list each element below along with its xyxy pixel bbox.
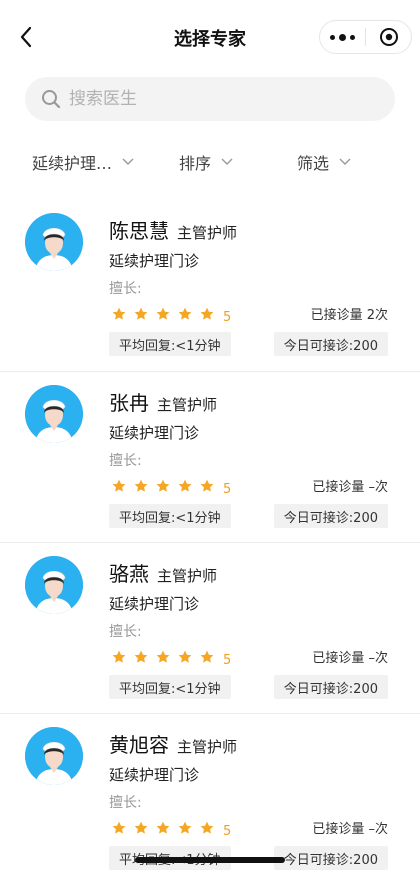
doctor-name: 陈思慧 [109,219,169,243]
home-indicator [135,857,285,863]
doctor-name: 骆燕 [109,562,149,586]
rating-score: 5 [223,652,232,668]
today-available-badge: 今日可接诊:200 [273,846,388,870]
star-icon [199,649,215,665]
nav-bar: 选择专家 [0,0,420,76]
consult-count: 已接诊量 –次 [312,480,388,495]
star-icon [133,306,149,322]
rating-stars: 5 [111,306,232,325]
rating-stars: 5 [111,478,232,497]
doctor-name-row: 张冉 主管护师 [109,387,217,416]
today-available-badge: 今日可接诊:200 [273,675,388,699]
chevron-down-icon [339,158,351,165]
avg-reply-badge: 平均回复:<1分钟 [109,332,231,356]
chevron-down-icon [122,158,134,165]
star-icon [155,649,171,665]
doctor-specialty: 擅长: [109,624,142,640]
consult-count: 已接诊量 –次 [312,822,388,837]
doctor-name-row: 黄旭容 主管护师 [109,729,237,758]
ellipsis-icon-center [339,33,346,41]
doctor-card[interactable]: 张冉 主管护师延续护理门诊 擅长: 5 已接诊量 –次平均回复:<1分钟 今日可接诊:20… [0,371,420,542]
star-icon [199,820,215,836]
doctor-title: 主管护师 [177,738,238,756]
consult-count: 已接诊量 –次 [312,651,388,666]
sort-filter[interactable]: 排序 [179,150,233,174]
doctor-list: 陈思慧 主管护师 延续护理门诊 擅长: 5 已接诊量 2次 平均回复:<1分钟 今日可接诊:2… [0,200,420,872]
avatar [25,727,83,785]
star-icon [133,820,149,836]
close-program-button[interactable] [366,20,411,54]
chevron-down-icon [221,158,233,165]
category-filter[interactable]: 延续护理… [32,150,134,174]
star-icon [133,649,149,665]
star-icon [111,478,127,494]
doctor-name-row: 骆燕 主管护师 [109,558,217,587]
category-filter-label: 延续护理… [32,154,113,173]
doctor-name-row: 陈思慧 主管护师 [109,215,237,244]
avatar [25,385,83,443]
doctor-specialty: 擅长: [109,795,142,811]
search-input[interactable] [69,89,359,109]
sort-filter-label: 排序 [179,154,212,173]
target-icon [379,28,398,46]
today-available-badge: 今日可接诊:200 [273,332,388,356]
star-icon [111,306,127,322]
doctor-title: 主管护师 [157,567,218,585]
star-icon [155,820,171,836]
rating-stars: 5 [111,820,232,839]
doctor-department: 延续护理门诊 [109,595,200,613]
star-icon [155,478,171,494]
star-icon [111,649,127,665]
rating-score: 5 [223,309,232,325]
doctor-department: 延续护理门诊 [109,424,200,442]
rating-score: 5 [223,481,232,497]
rating-score: 5 [223,823,232,839]
filter-row: 延续护理… 排序 筛选 [0,140,420,182]
avg-reply-badge: 平均回复:<1分钟 [109,504,231,528]
more-button[interactable] [320,20,365,54]
ellipsis-icon [330,34,335,40]
avatar [25,213,83,271]
doctor-department: 延续护理门诊 [109,252,200,270]
today-available-badge: 今日可接诊:200 [273,504,388,528]
rating-stars: 5 [111,649,232,668]
screen-filter-label: 筛选 [297,154,330,173]
doctor-card[interactable]: 陈思慧 主管护师延续护理门诊 擅长: 5 已接诊量 2次平均回复:<1分钟 今日可接诊:2… [0,200,420,371]
star-icon [177,306,193,322]
screen-filter[interactable]: 筛选 [297,150,351,174]
doctor-title: 主管护师 [177,224,238,242]
star-icon [177,649,193,665]
star-icon [111,820,127,836]
search-bar[interactable] [25,77,395,121]
doctor-card[interactable]: 骆燕 主管护师延续护理门诊 擅长: 5 已接诊量 –次平均回复:<1分钟 今日可接诊:20… [0,542,420,713]
avg-reply-badge: 平均回复:<1分钟 [109,675,231,699]
doctor-department: 延续护理门诊 [109,766,200,784]
doctor-title: 主管护师 [157,396,218,414]
doctor-name: 黄旭容 [109,733,169,757]
search-icon [42,90,61,109]
star-icon [199,306,215,322]
star-icon [177,820,193,836]
doctor-name: 张冉 [109,391,149,415]
ellipsis-icon-right [350,34,355,40]
avatar [25,556,83,614]
star-icon [199,478,215,494]
doctor-card[interactable]: 黄旭容主管护师延续护理门诊擅长:5已接诊量 –次平均回复:<1分钟今日可接诊:2… [0,713,420,872]
consult-count: 已接诊量 2次 [310,308,388,323]
star-icon [155,306,171,322]
doctor-specialty: 擅长: [109,281,142,297]
star-icon [177,478,193,494]
star-icon [133,478,149,494]
doctor-specialty: 擅长: [109,453,142,469]
mini-program-capsule [319,20,412,54]
